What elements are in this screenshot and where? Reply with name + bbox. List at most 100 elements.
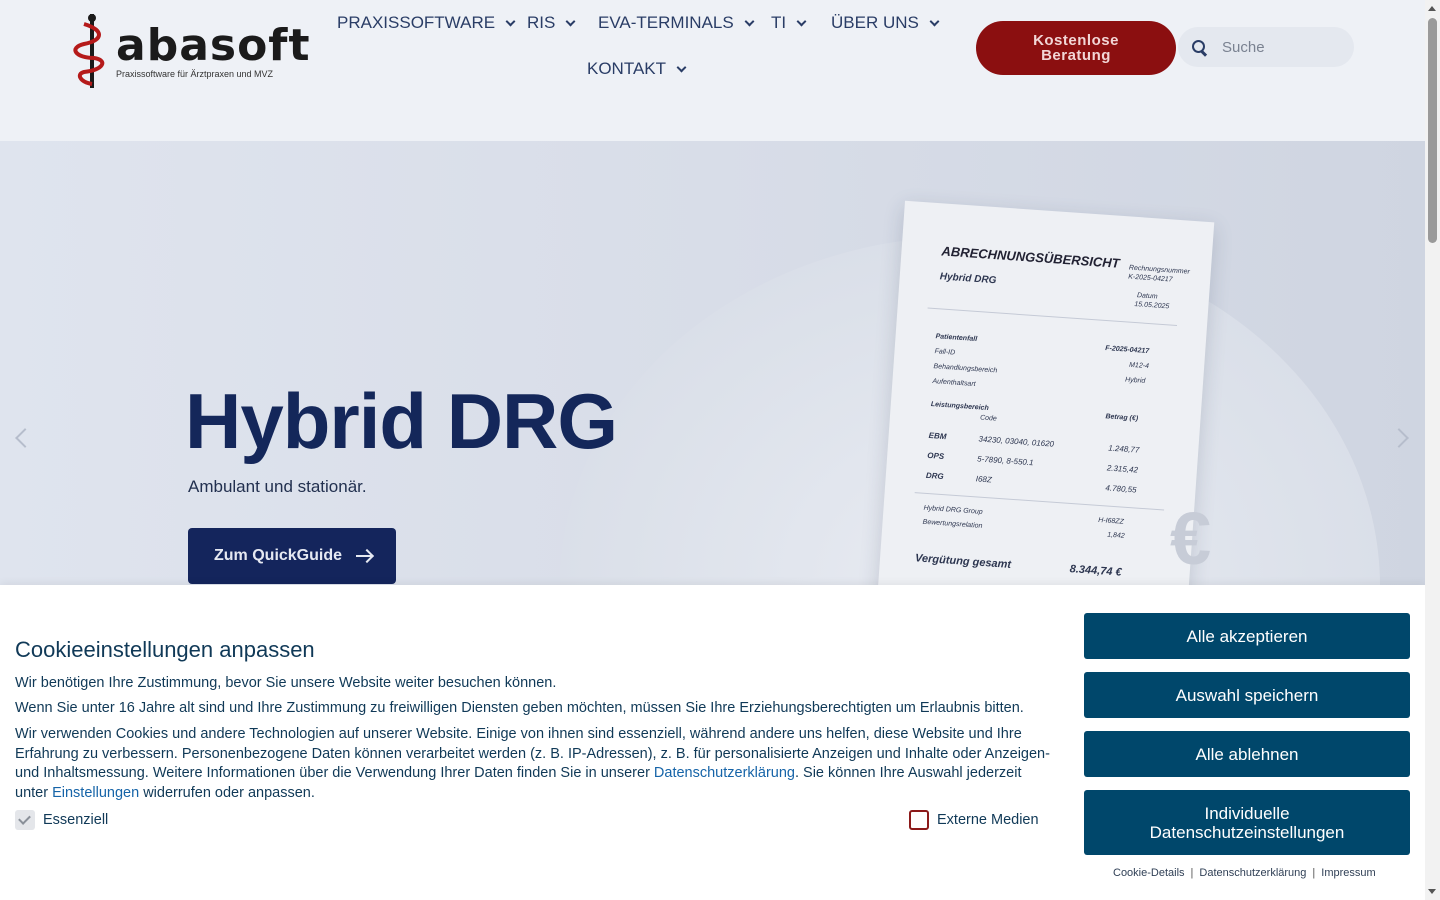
invoice-amount: 4.780,55: [1105, 483, 1137, 495]
checkbox-label: Essenziell: [43, 812, 109, 828]
invoice-label: DRG: [925, 470, 944, 482]
quickguide-button[interactable]: Zum QuickGuide: [188, 528, 396, 584]
invoice-label: Behandlungsbereich: [933, 363, 998, 375]
nav-item-ueber-uns[interactable]: ÜBER UNS: [831, 13, 940, 33]
nav-item-eva-terminals[interactable]: EVA-TERMINALS: [598, 13, 755, 33]
accept-all-button[interactable]: Alle akzeptieren: [1084, 613, 1410, 659]
search-icon[interactable]: [1192, 40, 1206, 54]
search-input[interactable]: [1222, 38, 1342, 56]
invoice-value: F-2025-04217: [1104, 345, 1150, 356]
imprint-link[interactable]: Impressum: [1321, 867, 1375, 879]
cookie-title: Cookieeinstellungen anpassen: [15, 637, 315, 662]
free-consultation-button[interactable]: Kostenlose Beratung: [976, 21, 1176, 75]
nav-label: TI: [771, 13, 787, 32]
invoice-subtitle: Hybrid DRG: [939, 271, 997, 287]
chevron-down-icon: [929, 16, 940, 26]
checkbox-checked-icon[interactable]: [15, 810, 35, 830]
invoice-number: K-2025-04217: [1128, 273, 1173, 284]
nav-label: RIS: [527, 13, 556, 32]
cookie-text-age: Wenn Sie unter 16 Jahre alt sind und Ihr…: [15, 700, 1024, 716]
chevron-down-icon: [796, 16, 807, 26]
slider-next-arrow-icon[interactable]: [1389, 428, 1409, 448]
search-box[interactable]: [1178, 27, 1354, 67]
nav-item-ti[interactable]: TI: [771, 13, 807, 33]
nav-label: PRAXISSOFTWARE: [337, 13, 496, 32]
logo-tagline: Praxissoftware für Ärztpraxen und MVZ: [116, 69, 274, 79]
cookie-text-part: widerrufen oder anpassen.: [139, 784, 315, 801]
cookie-text-details: Wir verwenden Cookies und andere Technol…: [15, 725, 1055, 803]
chevron-down-icon: [505, 16, 516, 26]
nav-item-kontakt[interactable]: KONTAKT: [587, 59, 687, 79]
caduceus-icon: [73, 14, 105, 88]
invoice-row: Leistungsbereich Betrag (€): [911, 400, 1170, 422]
chevron-down-icon: [676, 62, 687, 72]
cookie-footer-links: Cookie-Details | Datenschutzerklärung | …: [1113, 867, 1376, 879]
invoice-row: Patientenfall F-2025-04217: [916, 332, 1175, 355]
chevron-down-icon: [744, 16, 755, 26]
euro-symbol-icon: €: [1170, 497, 1212, 580]
invoice-label: Bewertungsrelation: [922, 518, 983, 530]
scroll-up-arrow-icon[interactable]: [1428, 6, 1436, 11]
invoice-label: Leistungsbereich: [930, 401, 989, 413]
nav-item-ris[interactable]: RIS: [527, 13, 576, 33]
nav-label: EVA-TERMINALS: [598, 13, 734, 32]
invoice-row: EBM 34230, 03040, 01620 1.248,77: [909, 430, 1168, 455]
page-scrollbar[interactable]: [1425, 0, 1440, 900]
invoice-label: Fall-ID: [934, 348, 956, 357]
slider-prev-arrow-icon[interactable]: [15, 428, 35, 448]
privacy-policy-footer-link[interactable]: Datenschutzerklärung: [1199, 867, 1306, 879]
save-selection-button[interactable]: Auswahl speichern: [1084, 672, 1410, 718]
invoice-value: Hybrid: [1124, 376, 1146, 385]
nav-label: ÜBER UNS: [831, 13, 919, 32]
hero-subtitle: Ambulant und stationär.: [188, 477, 367, 496]
privacy-policy-link[interactable]: Datenschutzerklärung: [654, 765, 795, 781]
invoice-label: Hybrid DRG Group: [923, 504, 983, 516]
invoice-amount: 2.315,42: [1106, 463, 1139, 475]
hero-slider: ABRECHNUNGSÜBERSICHT Hybrid DRG Rechnung…: [0, 141, 1425, 601]
settings-link[interactable]: Einstellungen: [52, 785, 139, 801]
invoice-title: ABRECHNUNGSÜBERSICHT: [941, 243, 1121, 271]
invoice-label: Betrag (€): [1105, 413, 1139, 423]
cookie-text-consent: Wir benötigen Ihre Zustimmung, bevor Sie…: [15, 675, 557, 691]
invoice-total: Vergütung gesamt 8.344,74 €: [901, 551, 1160, 578]
invoice-value: 1,842: [1106, 531, 1125, 540]
invoice-value: H-I68ZZ: [1097, 516, 1125, 526]
checkbox-label: Externe Medien: [937, 812, 1039, 828]
scroll-down-arrow-icon[interactable]: [1428, 889, 1436, 894]
cookie-details-link[interactable]: Cookie-Details: [1113, 867, 1185, 879]
site-header: abasoft Praxissoftware für Ärztpraxen un…: [0, 0, 1425, 141]
invoice-date: 15.05.2025: [1134, 300, 1170, 311]
arrow-right-icon: [356, 555, 373, 557]
nav-label: KONTAKT: [587, 59, 667, 78]
checkbox-external-media[interactable]: Externe Medien: [909, 810, 1039, 830]
link-separator: |: [1190, 867, 1194, 879]
invoice-total-label: Vergütung gesamt: [914, 552, 1012, 571]
invoice-code: 34230, 03040, 01620: [978, 434, 1055, 449]
abasoft-logo[interactable]: abasoft Praxissoftware für Ärztpraxen un…: [72, 12, 309, 90]
checkbox-unchecked-icon[interactable]: [909, 810, 929, 830]
invoice-label: Code: [979, 414, 997, 423]
reject-all-button[interactable]: Alle ablehnen: [1084, 731, 1410, 777]
invoice-illustration: ABRECHNUNGSÜBERSICHT Hybrid DRG Rechnung…: [875, 200, 1215, 601]
hero-title: Hybrid DRG: [185, 377, 618, 465]
logo-wordmark: abasoft: [116, 20, 311, 71]
invoice-code: I68Z: [975, 474, 993, 485]
quickguide-button-label: Zum QuickGuide: [214, 547, 343, 564]
invoice-amount: 1.248,77: [1107, 443, 1140, 455]
cookie-consent-panel: Cookieeinstellungen anpassen Wir benötig…: [0, 585, 1425, 900]
link-separator: |: [1312, 867, 1316, 879]
scrollbar-thumb[interactable]: [1428, 18, 1437, 243]
nav-item-praxissoftware[interactable]: PRAXISSOFTWARE: [337, 13, 516, 33]
invoice-value: M12-4: [1128, 361, 1150, 371]
invoice-divider: [927, 307, 1178, 326]
invoice-code: 5-7890, 8-550.1: [976, 454, 1034, 468]
invoice-label: OPS: [927, 450, 945, 462]
chevron-down-icon: [565, 16, 576, 26]
invoice-label: Patientenfall: [935, 333, 978, 344]
individual-privacy-settings-button[interactable]: Individuelle Datenschutzeinstellungen: [1084, 790, 1410, 855]
invoice-label: Aufenthaltsart: [932, 378, 976, 389]
checkbox-essential[interactable]: Essenziell: [15, 810, 108, 830]
invoice-date-label: Datum: [1136, 292, 1158, 301]
invoice-total-value: 8.344,74 €: [1069, 563, 1123, 579]
invoice-label: EBM: [928, 430, 947, 442]
